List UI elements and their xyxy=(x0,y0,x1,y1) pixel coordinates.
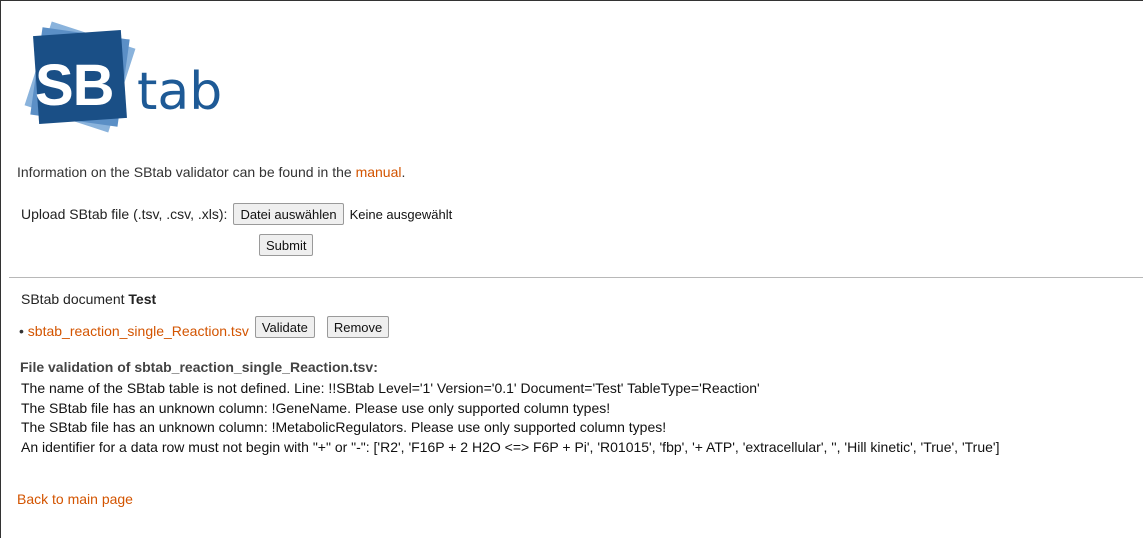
file-link[interactable]: sbtab_reaction_single_Reaction.tsv xyxy=(28,323,249,339)
document-title: SBtab document Test xyxy=(21,291,156,307)
upload-row: Upload SBtab file (.tsv, .csv, .xls): Da… xyxy=(21,203,452,225)
validation-message: The SBtab file has an unknown column: !G… xyxy=(21,399,611,416)
info-suffix: . xyxy=(401,164,406,180)
validation-message: An identifier for a data row must not be… xyxy=(21,438,1000,455)
validation-message: The name of the SBtab table is not defin… xyxy=(21,380,760,396)
info-prefix: Information on the SBtab validator can b… xyxy=(17,164,356,180)
document-prefix: SBtab document xyxy=(21,291,129,307)
page-frame: SB tab Information on the SBtab validato… xyxy=(0,0,1143,538)
logo-sb-text: SB xyxy=(35,53,115,118)
divider xyxy=(9,277,1143,278)
logo-tab-text: tab xyxy=(137,62,223,122)
validation-heading: File validation of sbtab_reaction_single… xyxy=(20,359,378,375)
document-name: Test xyxy=(128,291,157,307)
upload-label: Upload SBtab file (.tsv, .csv, .xls): xyxy=(21,206,228,222)
validate-button[interactable]: Validate xyxy=(254,316,315,338)
submit-button[interactable]: Submit xyxy=(259,234,314,256)
remove-button[interactable]: Remove xyxy=(326,316,390,338)
manual-link[interactable]: manual xyxy=(356,164,402,180)
choose-file-button[interactable]: Datei auswählen xyxy=(233,203,344,225)
file-row: • sbtab_reaction_single_Reaction.tsv Val… xyxy=(19,315,390,339)
sbtab-logo: SB tab xyxy=(15,17,245,147)
bullet: • xyxy=(19,323,24,339)
no-file-selected: Keine ausgewählt xyxy=(349,206,453,222)
validation-messages: The name of the SBtab table is not defin… xyxy=(21,379,999,457)
back-to-main-link[interactable]: Back to main page xyxy=(17,491,133,507)
validation-message: The SBtab file has an unknown column: !M… xyxy=(21,419,667,435)
info-text: Information on the SBtab validator can b… xyxy=(17,164,405,180)
